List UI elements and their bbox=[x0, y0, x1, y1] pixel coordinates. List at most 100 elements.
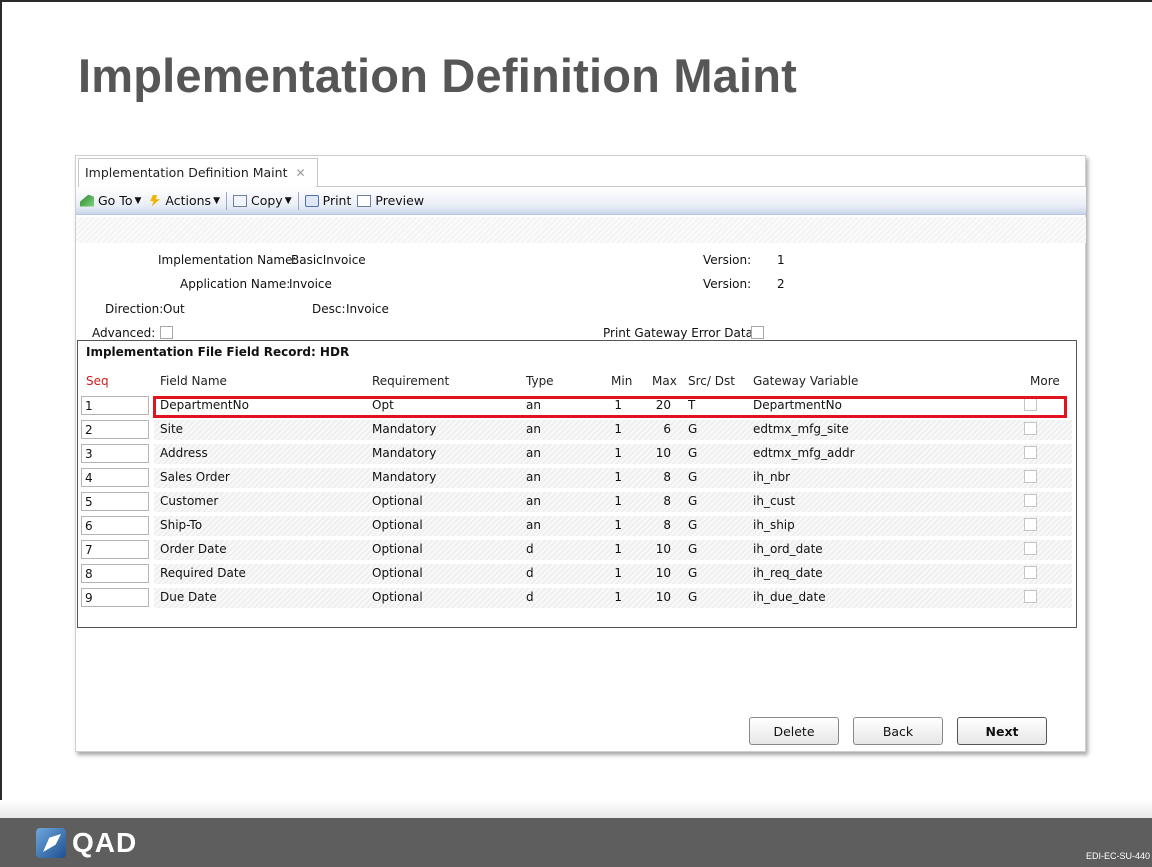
more-checkbox[interactable] bbox=[1024, 518, 1037, 531]
slide-footer: QAD EDI-EC-SU-440 bbox=[0, 818, 1152, 867]
seq-input[interactable]: 8 bbox=[81, 564, 149, 583]
seq-input[interactable]: 5 bbox=[81, 492, 149, 511]
type-cell: an bbox=[526, 422, 541, 436]
goto-menu[interactable]: Go To ▼ bbox=[80, 193, 141, 208]
more-checkbox[interactable] bbox=[1024, 590, 1037, 603]
tab-label: Implementation Definition Maint bbox=[85, 165, 288, 180]
type-cell: an bbox=[526, 518, 541, 532]
slide-code: EDI-EC-SU-440 bbox=[1085, 851, 1150, 861]
more-checkbox[interactable] bbox=[1024, 566, 1037, 579]
max-cell: 10 bbox=[655, 590, 671, 604]
copy-menu[interactable]: Copy ▼ bbox=[232, 193, 292, 208]
slide-title: Implementation Definition Maint bbox=[78, 49, 798, 102]
more-checkbox[interactable] bbox=[1024, 494, 1037, 507]
chevron-down-icon: ▼ bbox=[213, 195, 220, 206]
gateway-variable-cell: ih_nbr bbox=[753, 470, 791, 484]
seq-input[interactable]: 9 bbox=[81, 588, 149, 607]
field-name-cell: Due Date bbox=[160, 590, 217, 604]
min-cell: 1 bbox=[614, 590, 622, 604]
field-record-grid: Implementation File Field Record: HDR Se… bbox=[77, 340, 1077, 628]
seq-input[interactable]: 1 bbox=[81, 396, 149, 415]
seq-input[interactable]: 7 bbox=[81, 540, 149, 559]
gateway-variable-cell: ih_ship bbox=[753, 518, 795, 532]
desc-value: Invoice bbox=[346, 302, 389, 316]
print-error-checkbox[interactable] bbox=[751, 326, 764, 339]
more-checkbox[interactable] bbox=[1024, 446, 1037, 459]
advanced-checkbox[interactable] bbox=[160, 326, 173, 339]
table-row[interactable]: 8 Required Date Optional d 1 10 Gih_req_date bbox=[78, 562, 1074, 586]
qad-logo: QAD bbox=[36, 827, 137, 859]
footer-fade bbox=[0, 800, 1152, 818]
seq-input[interactable]: 4 bbox=[81, 468, 149, 487]
requirement-cell: Optional bbox=[372, 518, 423, 532]
next-button[interactable]: Next bbox=[957, 717, 1047, 745]
seq-input[interactable]: 3 bbox=[81, 444, 149, 463]
table-row[interactable]: 9 Due Date Optional d 1 10 Gih_due_date bbox=[78, 586, 1074, 610]
col-header-src-dst: Src/ Dst bbox=[688, 374, 735, 388]
src-dst-cell: G bbox=[688, 542, 698, 556]
tab-implementation-definition[interactable]: Implementation Definition Maint ✕ bbox=[78, 158, 318, 187]
table-row[interactable]: 2 Site Mandatory an 1 6 Gedtmx_mfg_site bbox=[78, 418, 1074, 442]
back-button[interactable]: Back bbox=[853, 717, 943, 745]
more-checkbox[interactable] bbox=[1024, 542, 1037, 555]
actions-label: Actions bbox=[165, 193, 212, 208]
print-button[interactable]: Print bbox=[304, 193, 352, 208]
print-error-label: Print Gateway Error Data: bbox=[603, 326, 758, 340]
gateway-variable-cell: edtmx_mfg_site bbox=[753, 422, 849, 436]
max-cell: 10 bbox=[655, 446, 671, 460]
chevron-down-icon: ▼ bbox=[134, 195, 142, 206]
max-cell: 8 bbox=[663, 518, 671, 532]
src-dst-cell: G bbox=[688, 590, 698, 604]
more-checkbox[interactable] bbox=[1024, 470, 1037, 483]
goto-label: Go To bbox=[98, 193, 133, 208]
app-window: Implementation Definition Maint ✕ Go To … bbox=[75, 155, 1086, 752]
col-header-seq: Seq bbox=[86, 374, 109, 388]
grid-title: Implementation File Field Record: HDR bbox=[86, 345, 350, 359]
desc-label: Desc: bbox=[312, 302, 346, 316]
print-label: Print bbox=[322, 193, 352, 208]
min-cell: 1 bbox=[614, 566, 622, 580]
table-row[interactable]: 1 DepartmentNo Opt an 1 20 T DepartmentNo bbox=[78, 394, 1074, 418]
seq-input[interactable]: 2 bbox=[81, 420, 149, 439]
goto-icon bbox=[80, 194, 94, 207]
preview-label: Preview bbox=[375, 193, 425, 208]
version1-value: 1 bbox=[777, 253, 785, 267]
col-header-max: Max bbox=[652, 374, 677, 388]
copy-icon bbox=[232, 194, 247, 207]
table-row[interactable]: 3 Address Mandatory an 1 10 Gedtmx_mfg_addr bbox=[78, 442, 1074, 466]
requirement-cell: Optional bbox=[372, 494, 423, 508]
gateway-variable-cell: ih_req_date bbox=[753, 566, 823, 580]
version2-value: 2 bbox=[777, 277, 785, 291]
type-cell: an bbox=[526, 494, 541, 508]
table-row[interactable]: 7 Order Date Optional d 1 10 Gih_ord_date bbox=[78, 538, 1074, 562]
direction-value: Out bbox=[163, 302, 185, 316]
version1-label: Version: bbox=[703, 253, 752, 267]
col-header-type: Type bbox=[526, 374, 554, 388]
copy-label: Copy bbox=[250, 193, 283, 208]
direction-label: Direction: bbox=[105, 302, 164, 316]
printer-icon bbox=[304, 194, 319, 207]
slide-border-left bbox=[0, 0, 2, 800]
field-name-cell: Order Date bbox=[160, 542, 227, 556]
toolbar: Go To ▼ Actions ▼ Copy ▼ Print Preview bbox=[76, 187, 1086, 215]
gateway-variable-cell: ih_due_date bbox=[753, 590, 826, 604]
min-cell: 1 bbox=[614, 542, 622, 556]
table-row[interactable]: 5 Customer Optional an 1 8 Gih_cust bbox=[78, 490, 1074, 514]
requirement-cell: Mandatory bbox=[372, 446, 437, 460]
close-icon[interactable]: ✕ bbox=[295, 166, 305, 180]
table-row[interactable]: 6 Ship-To Optional an 1 8 Gih_ship bbox=[78, 514, 1074, 538]
type-cell: an bbox=[526, 470, 541, 484]
requirement-cell: Mandatory bbox=[372, 470, 437, 484]
min-cell: 1 bbox=[614, 446, 622, 460]
slide-border-top bbox=[0, 0, 1152, 2]
src-dst-cell: G bbox=[688, 446, 698, 460]
more-checkbox[interactable] bbox=[1024, 422, 1037, 435]
preview-button[interactable]: Preview bbox=[357, 193, 424, 208]
seq-input[interactable]: 6 bbox=[81, 516, 149, 535]
src-dst-cell: G bbox=[688, 494, 698, 508]
src-dst-cell: G bbox=[688, 566, 698, 580]
max-cell: 8 bbox=[663, 470, 671, 484]
table-row[interactable]: 4 Sales Order Mandatory an 1 8 Gih_nbr bbox=[78, 466, 1074, 490]
actions-menu[interactable]: Actions ▼ bbox=[147, 193, 220, 208]
delete-button[interactable]: Delete bbox=[749, 717, 839, 745]
